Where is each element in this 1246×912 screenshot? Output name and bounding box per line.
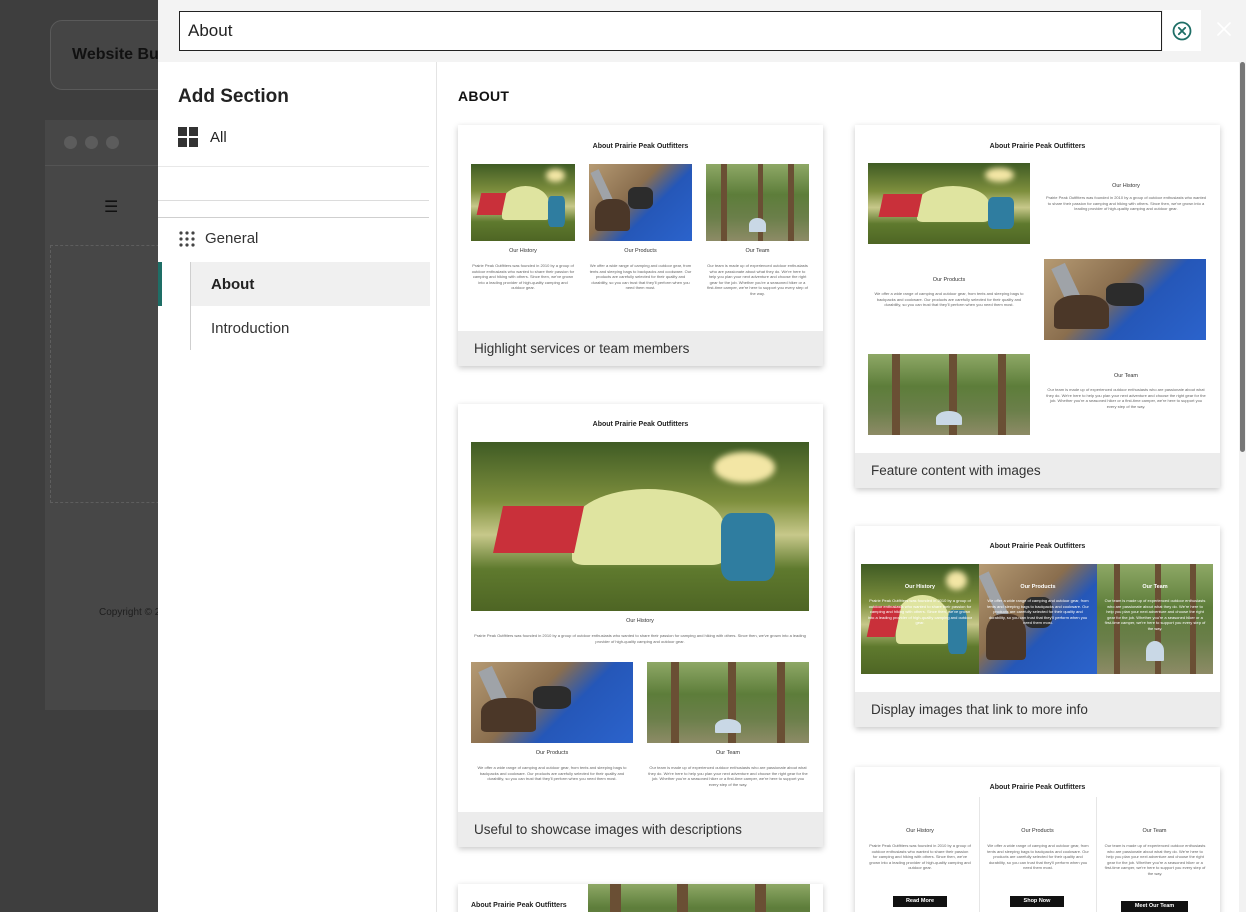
sidebar-subitems: About Introduction: [190, 262, 430, 350]
hamburger-icon: ☰: [104, 199, 119, 216]
close-icon: [1217, 22, 1231, 36]
template-card-buttons[interactable]: About Prairie Peak Outfitters Our Histor…: [855, 767, 1220, 912]
image-forest: [588, 884, 810, 912]
circle-x-icon: [1172, 21, 1192, 40]
template-caption: Display images that link to more info: [855, 692, 1220, 727]
dots-grid-icon: [179, 230, 195, 247]
close-panel-button[interactable]: [1214, 19, 1234, 39]
background-app-title: Website Bu: [72, 46, 159, 63]
image-tent: [868, 163, 1030, 244]
sidebar-item-about[interactable]: About: [191, 262, 430, 306]
template-thumbnail: About Prairie Peak Outfitters Our Histor…: [458, 125, 823, 331]
sidebar-item-introduction[interactable]: Introduction: [191, 306, 430, 350]
template-caption: Useful to showcase images with descripti…: [458, 812, 823, 847]
read-more-button: Read More: [893, 896, 947, 907]
template-caption: Highlight services or team members: [458, 331, 823, 366]
template-thumbnail: About Prairie Peak Outfitters Our Histor…: [458, 404, 823, 812]
scrollbar-thumb[interactable]: [1240, 62, 1245, 452]
meet-team-button: Meet Our Team: [1121, 901, 1188, 912]
window-dots: [64, 136, 119, 149]
section-sidebar: Add Section All General About Introducti…: [158, 62, 437, 912]
template-thumbnail: About Prairie Peak Outfitters: [458, 884, 823, 912]
gallery-title: ABOUT: [458, 88, 510, 104]
template-card-partial-left[interactable]: About Prairie Peak Outfitters: [458, 884, 823, 912]
template-thumbnail: About Prairie Peak Outfitters Our Histor…: [855, 526, 1220, 692]
search-bar: [158, 0, 1246, 62]
image-link-products: Our Products We offer a wide range of ca…: [979, 564, 1097, 674]
image-link-history: Our History Prairie Peak Outfitters was …: [861, 564, 979, 674]
image-forest: [647, 662, 809, 743]
background-copyright: Copyright © 2: [99, 607, 159, 618]
sidebar-item-label: Introduction: [211, 319, 290, 337]
shop-now-button: Shop Now: [1010, 896, 1064, 907]
search-input[interactable]: [179, 11, 1162, 51]
template-card-showcase[interactable]: About Prairie Peak Outfitters Our Histor…: [458, 404, 823, 847]
template-card-feature[interactable]: About Prairie Peak Outfitters Our Histor…: [855, 125, 1220, 488]
template-card-highlight[interactable]: About Prairie Peak Outfitters Our Histor…: [458, 125, 823, 366]
image-tent-large: [471, 442, 809, 611]
image-gear: [1044, 259, 1206, 340]
sidebar-item-label: About: [211, 275, 255, 293]
template-card-links[interactable]: About Prairie Peak Outfitters Our Histor…: [855, 526, 1220, 727]
image-gear: [471, 662, 633, 743]
sidebar-item-all[interactable]: All: [178, 127, 227, 147]
image-gear: [589, 164, 692, 241]
image-link-team: Our Team Our team is made up of experien…: [1097, 564, 1213, 674]
sidebar-category-label: General: [205, 230, 259, 247]
clear-search-button[interactable]: [1163, 10, 1201, 51]
template-caption: Feature content with images: [855, 453, 1220, 488]
sidebar-item-label: All: [210, 128, 227, 146]
grid-icon: [178, 127, 198, 147]
section-gallery: ABOUT About Prairie Peak Outfitters Our …: [438, 62, 1246, 912]
add-section-panel: Add Section All General About Int: [158, 0, 1246, 912]
template-thumbnail: About Prairie Peak Outfitters Our Histor…: [855, 767, 1220, 912]
sidebar-title: Add Section: [178, 86, 289, 107]
template-thumbnail: About Prairie Peak Outfitters Our Histor…: [855, 125, 1220, 453]
image-tent: [471, 164, 575, 241]
gallery-scrollbar[interactable]: [1239, 62, 1246, 912]
image-forest: [706, 164, 809, 241]
active-indicator: [158, 262, 162, 306]
sidebar-category-general[interactable]: General: [179, 230, 258, 247]
image-forest: [868, 354, 1030, 435]
